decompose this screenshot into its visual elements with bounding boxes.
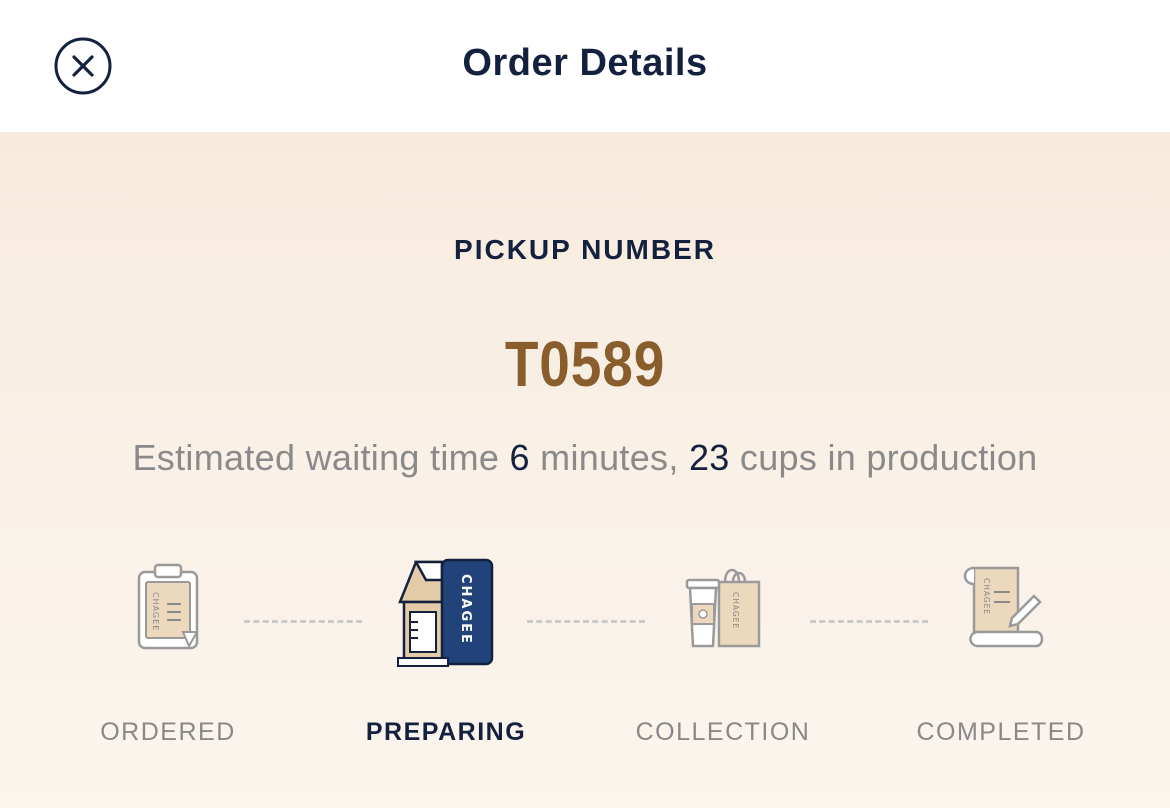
waiting-suffix: cups in production <box>729 437 1038 478</box>
step-completed: CHAGEE COMPLETED <box>881 562 1121 762</box>
tea-machine-icon: CHAGEE <box>397 558 494 667</box>
order-status-panel: PICKUP NUMBER T0589 Estimated waiting ti… <box>0 132 1170 808</box>
receipt-scroll-icon: CHAGEE <box>963 566 1044 648</box>
cups-count: 23 <box>688 437 730 478</box>
header-bar: Order Details <box>0 0 1170 132</box>
step-label: COMPLETED <box>916 718 1086 746</box>
step-label: COLLECTION <box>635 718 811 746</box>
brand-logo-text: CHAGEE <box>151 592 160 631</box>
waiting-info: Estimated waiting time 6 minutes, 23 cup… <box>0 437 1170 479</box>
step-preparing: CHAGEE PREPARING <box>326 558 566 762</box>
brand-logo-text: CHAGEE <box>982 578 991 615</box>
brand-logo-text: CHAGEE <box>458 574 473 645</box>
pickup-number-label: PICKUP NUMBER <box>454 234 716 265</box>
step-label: ORDERED <box>100 718 236 746</box>
page-title: Order Details <box>462 42 708 84</box>
cup-and-bag-icon: CHAGEE <box>685 568 761 648</box>
step-ordered: CHAGEE ORDERED <box>48 562 288 762</box>
clipboard-icon: CHAGEE <box>137 563 199 650</box>
waiting-middle: minutes, <box>529 437 689 478</box>
waiting-minutes: 6 <box>509 437 530 478</box>
step-collection: CHAGEE COLLECTION <box>603 562 843 762</box>
waiting-prefix: Estimated waiting time <box>132 437 510 478</box>
pickup-number: T0589 <box>504 328 666 400</box>
brand-logo-text: CHAGEE <box>731 592 740 629</box>
step-label: PREPARING <box>365 718 527 746</box>
